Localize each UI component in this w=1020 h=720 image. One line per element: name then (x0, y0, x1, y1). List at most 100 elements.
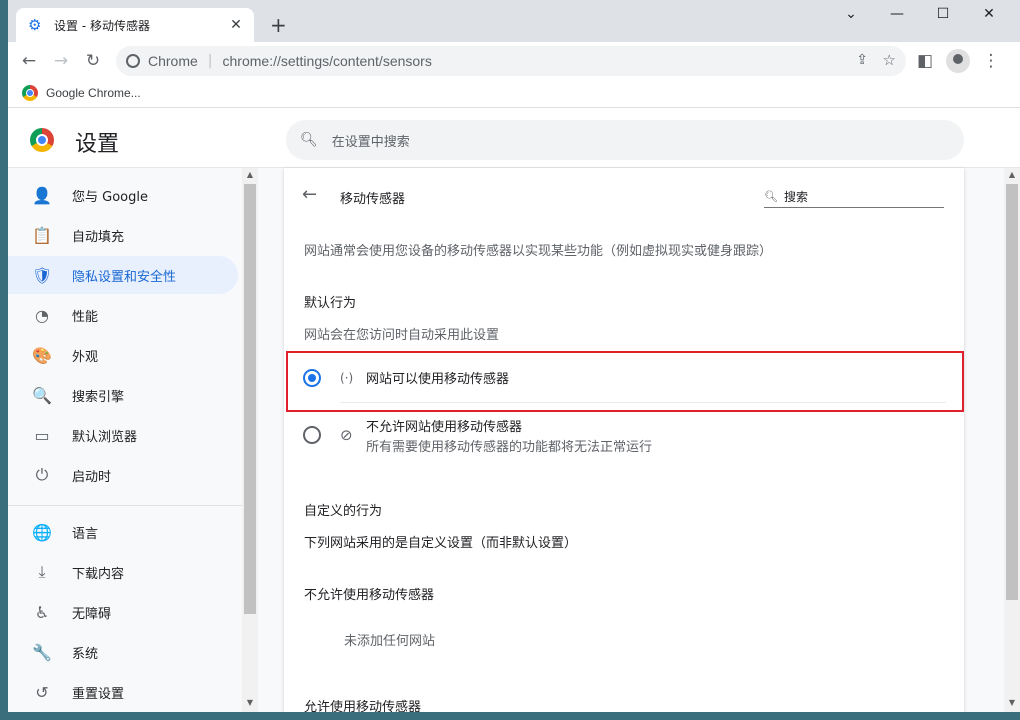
sensor-off-icon: ⊘ (340, 426, 353, 444)
close-window-button[interactable]: ✕ (974, 6, 1004, 22)
wrench-icon: 🔧 (32, 642, 52, 662)
share-icon[interactable]: ⇪ (856, 52, 868, 68)
sidebar-item-label: 性能 (72, 309, 99, 325)
search-label: 搜索 (783, 190, 808, 204)
search-icon: 🔍︎ (764, 190, 778, 203)
card-header: ← 移动传感器 🔍︎ 搜索 (284, 168, 964, 224)
maximize-button[interactable]: ☐ (928, 6, 958, 22)
minimize-button[interactable]: — (882, 6, 912, 22)
gear-icon: ⚙ (28, 16, 42, 34)
back-button[interactable]: ← (18, 50, 40, 72)
blocked-heading: 不允许使用移动传感器 (304, 588, 435, 603)
forward-button[interactable]: → (50, 50, 72, 72)
sidebar-item-download[interactable]: ⤓ 下载内容 (8, 553, 238, 591)
back-arrow-icon[interactable]: ← (302, 184, 317, 205)
sidebar-item-wrench[interactable]: 🔧 系统 (8, 633, 238, 671)
main-scroll-thumb[interactable] (1006, 184, 1018, 600)
custom-subtext: 下列网站采用的是自定义设置（而非默认设置） (304, 536, 578, 551)
sidebar-item-palette[interactable]: 🎨 外观 (8, 336, 238, 374)
radio-block[interactable] (303, 426, 321, 444)
url-text[interactable]: chrome://settings/content/sensors (223, 53, 432, 69)
chrome-logo-icon (30, 128, 54, 152)
tab-search-chevron-icon[interactable]: ⌄ (836, 6, 866, 22)
sidebar-item-label: 隐私设置和安全性 (72, 269, 177, 285)
sidebar-item-label: 无障碍 (72, 606, 112, 622)
chrome-site-icon (126, 54, 140, 68)
omnibox-divider: | (207, 53, 213, 69)
side-panel-icon[interactable]: ◧ (914, 50, 936, 72)
sidebar-item-browser[interactable]: ▭ 默认浏览器 (8, 416, 238, 454)
toolbar: ← → ↻ Chrome | chrome://settings/content… (8, 42, 1020, 80)
sidebar-item-label: 启动时 (72, 469, 112, 485)
gauge-icon: ◔ (35, 305, 49, 325)
main-scrollbar[interactable]: ▲ ▼ (1004, 168, 1020, 712)
settings-card: ← 移动传感器 🔍︎ 搜索 网站通常会使用您设备的移动传感器以实现某些功能（例如… (284, 168, 964, 712)
sidebar-item-clipboard[interactable]: 📋 自动填充 (8, 216, 238, 254)
settings-header: 设置 🔍︎ 在设置中搜索 (8, 112, 1020, 168)
accessibility-icon: ♿ (34, 602, 50, 622)
page-title: 设置 (75, 132, 120, 157)
shield-icon: 🛡 (32, 265, 53, 285)
scroll-up-arrow-icon[interactable]: ▲ (1004, 168, 1020, 182)
scroll-up-arrow-icon[interactable]: ▲ (242, 168, 258, 182)
option-block-row[interactable]: ⊘ 不允许网站使用移动传感器 所有需要使用移动传感器的功能都将无法正常运行 (284, 414, 964, 458)
browser-window: ⚙ 设置 - 移动传感器 ✕ + ⌄ — ☐ ✕ ← → ↻ Chrome | … (8, 0, 1020, 712)
subpage-title: 移动传感器 (340, 192, 406, 207)
clipboard-icon: 📋 (32, 225, 52, 245)
settings-search-input[interactable]: 🔍︎ 在设置中搜索 (286, 120, 964, 160)
sidebar-item-label: 重置设置 (72, 686, 125, 702)
sidebar-item-person[interactable]: 👤 您与 Google (8, 176, 238, 214)
sidebar-item-label: 语言 (72, 526, 99, 542)
tab-close-icon[interactable]: ✕ (228, 17, 244, 33)
sidebar-item-label: 自动填充 (72, 229, 125, 245)
sidebar-divider (8, 505, 242, 506)
sidebar-item-power[interactable]: ⏻ 启动时 (8, 456, 238, 494)
sidebar-item-label: 默认浏览器 (72, 429, 138, 445)
tab-title: 设置 - 移动传感器 (54, 18, 150, 33)
bookmark-item[interactable]: Google Chrome... (22, 85, 141, 101)
main-content: ← 移动传感器 🔍︎ 搜索 网站通常会使用您设备的移动传感器以实现某些功能（例如… (258, 168, 1020, 712)
sidebar-item-accessibility[interactable]: ♿ 无障碍 (8, 593, 238, 631)
sidebar-item-label: 外观 (72, 349, 99, 365)
palette-icon: 🎨 (32, 345, 52, 365)
bookmark-star-icon[interactable]: ☆ (883, 51, 896, 69)
option-block-label: 不允许网站使用移动传感器 (366, 420, 523, 435)
profile-avatar[interactable] (946, 49, 970, 73)
custom-heading: 自定义的行为 (304, 504, 383, 519)
default-subtext: 网站会在您访问时自动采用此设置 (304, 328, 500, 343)
reset-icon: ↺ (35, 682, 49, 702)
page-search-input[interactable]: 🔍︎ 搜索 (764, 186, 944, 208)
new-tab-button[interactable]: + (270, 14, 287, 36)
sidebar-item-label: 您与 Google (72, 189, 148, 205)
scroll-down-arrow-icon[interactable]: ▼ (242, 696, 258, 710)
browser-icon: ▭ (34, 425, 50, 445)
chrome-logo-icon (22, 85, 38, 101)
sidebar-item-shield[interactable]: 🛡 隐私设置和安全性 (8, 256, 238, 294)
sidebar-item-search[interactable]: 🔍 搜索引擎 (8, 376, 238, 414)
sidebar-scroll-thumb[interactable] (244, 184, 256, 614)
menu-button[interactable]: ⋮ (980, 50, 1002, 72)
bookmarks-bar: Google Chrome... (8, 80, 1020, 108)
person-icon: 👤 (32, 185, 52, 205)
search-icon: 🔍 (32, 385, 52, 405)
sidebar-item-label: 系统 (72, 646, 99, 662)
sidebar-item-label: 搜索引擎 (72, 389, 125, 405)
tab-settings[interactable]: ⚙ 设置 - 移动传感器 ✕ (16, 8, 254, 42)
download-icon: ⤓ (38, 562, 46, 581)
sidebar-item-label: 下载内容 (72, 566, 125, 582)
option-block-sublabel: 所有需要使用移动传感器的功能都将无法正常运行 (366, 440, 653, 455)
allowed-heading: 允许使用移动传感器 (304, 700, 422, 712)
sidebar-item-globe[interactable]: 🌐 语言 (8, 513, 238, 551)
sidebar-scrollbar[interactable]: ▲ ▼ (242, 168, 258, 712)
power-icon: ⏻ (35, 465, 49, 484)
address-bar[interactable]: Chrome | chrome://settings/content/senso… (116, 46, 906, 76)
sidebar-item-reset[interactable]: ↺ 重置设置 (8, 673, 238, 711)
default-heading: 默认行为 (304, 296, 357, 311)
site-label: Chrome (148, 53, 198, 69)
scroll-down-arrow-icon[interactable]: ▼ (1004, 696, 1020, 710)
reload-button[interactable]: ↻ (82, 50, 104, 72)
globe-icon: 🌐 (32, 522, 52, 542)
sidebar-item-gauge[interactable]: ◔ 性能 (8, 296, 238, 334)
search-icon: 🔍︎ (300, 132, 318, 148)
blocked-empty-text: 未添加任何网站 (344, 634, 436, 649)
